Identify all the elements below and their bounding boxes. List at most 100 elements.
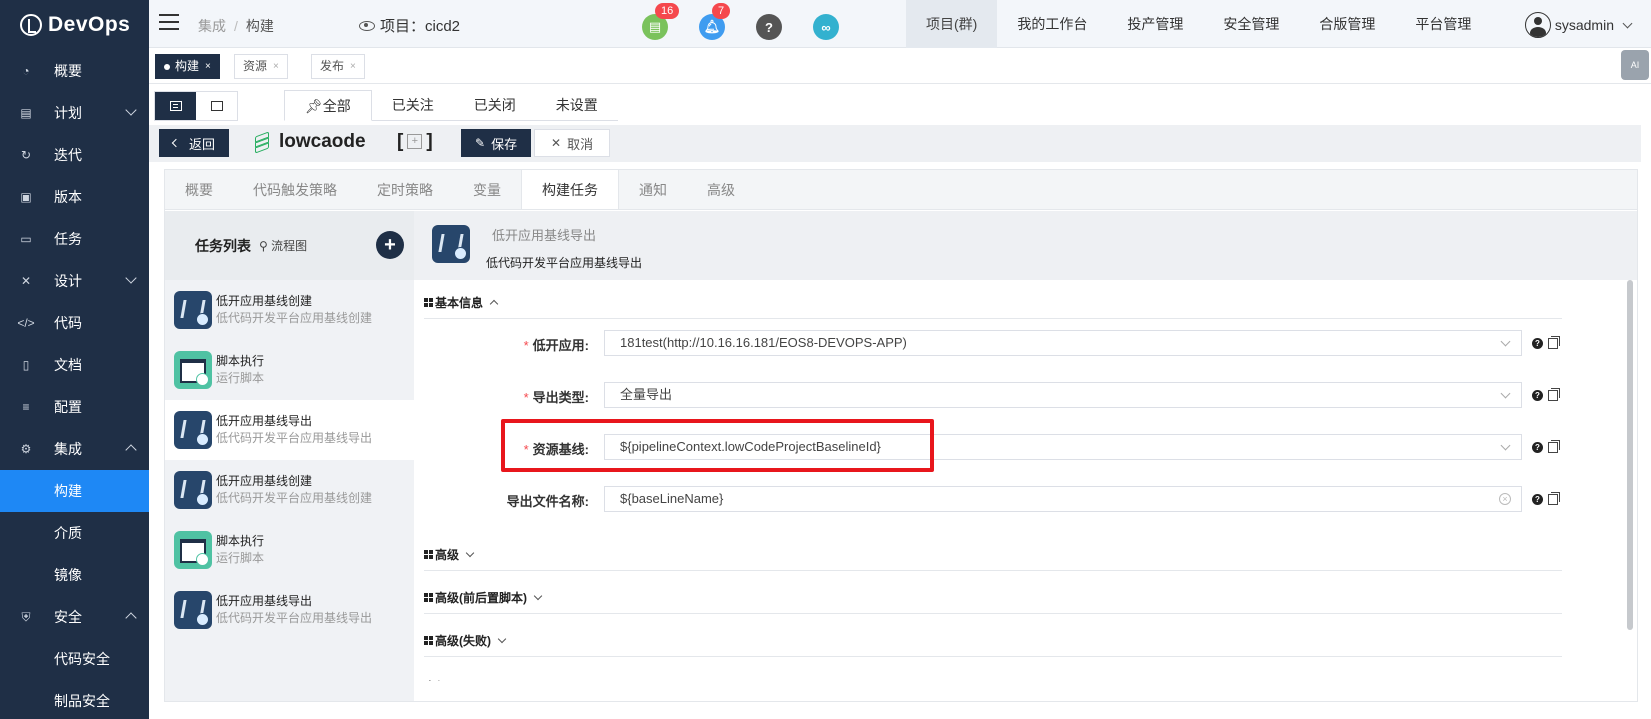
divider [424,570,1562,571]
help-button[interactable]: ? [756,14,782,40]
page-tabs: 构建 × 资源 × 发布 × [149,48,1651,84]
flowchart-link[interactable]: ⚲ 流程图 [259,237,307,254]
scrollbar[interactable] [1627,280,1633,630]
view-toggle [154,91,238,121]
chevron-down-icon [465,548,475,558]
page-tab-publish[interactable]: 发布 × [311,54,365,79]
filter-tab-unset[interactable]: 未设置 [535,90,618,121]
sidebar-item-version[interactable]: ▣ 版本 [0,176,149,218]
copy-icon[interactable] [1548,388,1560,401]
section-advanced-scripts[interactable]: 高级(前后置脚本) [424,589,543,606]
section-advanced-failure[interactable]: 高级(失败) [424,632,507,649]
tab-variables[interactable]: 变量 [453,170,521,209]
chevron-down-icon [497,634,507,644]
export-type-select[interactable]: 全量导出 [604,382,1522,408]
help-icon[interactable]: ? [1532,390,1543,401]
task-item[interactable]: 低开应用基线创建 低代码开发平台应用基线创建 [165,460,414,520]
add-tag-control: [+] [397,131,433,152]
page-tab-build[interactable]: 构建 × [155,54,220,79]
card-view-button[interactable] [196,92,237,120]
top-menu-release[interactable]: 投产管理 [1107,0,1203,48]
sidebar-item-media[interactable]: 介质 [0,512,149,554]
tab-overview[interactable]: 概要 [165,170,233,209]
task-item-selected[interactable]: 低开应用基线导出 低代码开发平台应用基线导出 [165,400,414,460]
section-advanced-general[interactable]: 高级(通用) [424,673,480,681]
filter-tab-followed[interactable]: 已关注 [371,90,454,121]
task-item[interactable]: 脚本执行 运行脚本 [165,520,414,580]
export-filename-input[interactable]: ${baseLineName} × [604,486,1522,512]
lowcode-app-select[interactable]: 181test(http://10.16.16.181/EOS8-DEVOPS-… [604,330,1522,356]
sidebar-item-design[interactable]: ✕ 设计 [0,260,149,302]
close-icon[interactable]: × [273,55,279,78]
section-basic-info[interactable]: 基本信息 [424,294,499,311]
document-icon: ▤ [648,19,662,34]
top-menu: 项目(群) 我的工作台 投产管理 安全管理 合版管理 平台管理 [906,0,1491,48]
export-filename-label: 导出文件名称: [506,494,589,509]
tab-build-tasks[interactable]: 构建任务 [521,170,619,209]
top-menu-security[interactable]: 安全管理 [1203,0,1299,48]
list-view-button[interactable] [155,92,196,120]
shield-icon: ⛨ [21,609,31,624]
notification-badge: 7 [712,3,731,19]
save-button[interactable]: ✎ 保存 [461,129,532,157]
filter-tab-closed[interactable]: 已关闭 [453,90,536,121]
sidebar-item-plan[interactable]: ▤ 计划 [0,92,149,134]
tab-notification[interactable]: 通知 [619,170,687,209]
add-tag-button[interactable]: + [407,134,423,149]
username: sysadmin [1554,17,1614,33]
top-menu-merge[interactable]: 合版管理 [1299,0,1395,48]
top-menu-platform[interactable]: 平台管理 [1395,0,1491,48]
task-item[interactable]: 低开应用基线创建 低代码开发平台应用基线创建 [165,280,414,340]
filter-tab-all[interactable]: 📌︎全部 [284,90,372,121]
back-button[interactable]: 返回 [159,129,230,157]
user-menu[interactable]: sysadmin [1524,12,1633,38]
close-icon[interactable]: × [205,55,211,78]
sidebar-item-iteration[interactable]: ↻ 迭代 [0,134,149,176]
top-menu-workbench[interactable]: 我的工作台 [997,0,1107,48]
help-icon[interactable]: ? [1532,338,1543,349]
sidebar-item-config[interactable]: ≡ 配置 [0,386,149,428]
tab-code-trigger[interactable]: 代码触发策略 [233,170,357,209]
page-tab-resource[interactable]: 资源 × [234,54,288,79]
sidebar-item-document[interactable]: ▯ 文档 [0,344,149,386]
help-icon[interactable]: ? [1532,442,1543,453]
sidebar-item-integration[interactable]: ⚙ 集成 [0,428,149,470]
sidebar-item-overview[interactable]: ◔ 概要 [0,50,149,92]
ai-assistant-button[interactable]: AI [1621,50,1649,80]
project-selector[interactable]: 项目：cicd2 [359,15,460,36]
task-desc: 运行脚本 [216,371,265,385]
menu-toggle-icon[interactable] [159,14,179,30]
notification-button[interactable]: 🔔︎ 7 [699,3,731,40]
chevron-up-icon [125,612,137,624]
tab-schedule[interactable]: 定时策略 [357,170,453,209]
sidebar-item-security[interactable]: ⛨ 安全 [0,596,149,638]
script-icon [174,351,212,389]
sidebar-item-image[interactable]: 镜像 [0,554,149,596]
sidebar: DevOps ◔ 概要 ▤ 计划 ↻ 迭代 ▣ 版本 ▭ 任务 ✕ 设计 </> 代码 ▯ 文档… [0,0,149,719]
close-icon[interactable]: × [350,55,356,78]
copy-icon[interactable] [1548,336,1560,349]
task-item[interactable]: 低开应用基线导出 低代码开发平台应用基线导出 [165,580,414,640]
task-item[interactable]: 脚本执行 运行脚本 [165,340,414,400]
link-button[interactable]: ∞ [813,14,839,40]
section-advanced[interactable]: 高级 [424,546,475,563]
top-menu-projects[interactable]: 项目(群) [906,0,998,48]
add-task-button[interactable]: + [376,231,404,259]
sidebar-item-code[interactable]: </> 代码 [0,302,149,344]
copy-icon[interactable] [1548,492,1560,505]
task-list-title: 任务列表 [195,237,251,254]
sidebar-item-build[interactable]: 构建 [0,470,149,512]
docs-button[interactable]: ▤ 16 [642,3,680,40]
copy-icon[interactable] [1548,440,1560,453]
sidebar-item-task[interactable]: ▭ 任务 [0,218,149,260]
breadcrumb-item[interactable]: 集成 [198,18,226,34]
sidebar-item-code-security[interactable]: 代码安全 [0,638,149,680]
app-logo[interactable]: DevOps [0,0,149,50]
tab-advanced[interactable]: 高级 [687,170,755,209]
cancel-button[interactable]: ✕ 取消 [534,129,611,157]
sidebar-item-artifact-security[interactable]: 制品安全 [0,680,149,719]
clear-icon[interactable]: × [1499,493,1511,505]
help-icon[interactable]: ? [1532,494,1543,505]
chevron-up-icon [489,299,499,309]
pin-icon: 📌︎ [305,98,323,114]
